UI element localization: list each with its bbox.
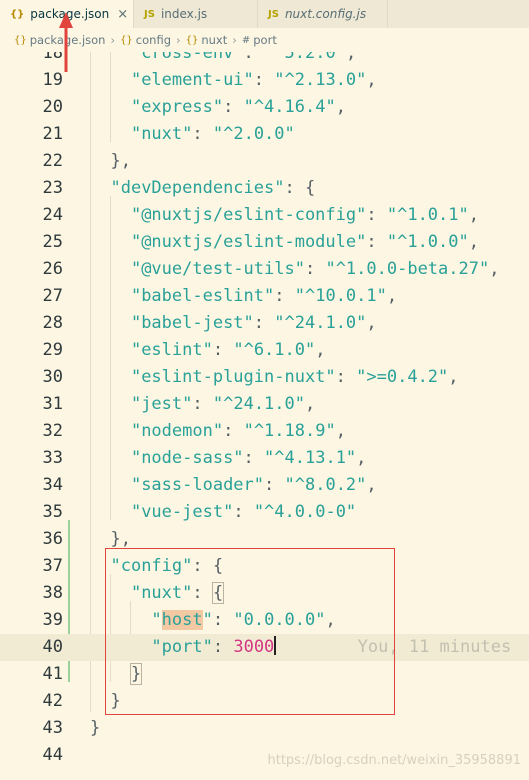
code-line[interactable]: 33 "node-sass": "^4.13.1", xyxy=(0,445,529,472)
line-number: 26 xyxy=(42,259,63,279)
code-text: "vue-jest": "^4.0.0-0" xyxy=(130,502,357,522)
number-icon: # xyxy=(241,34,251,46)
annotation-highlight-box xyxy=(105,548,395,715)
line-number: 29 xyxy=(42,340,63,360)
line-number: 44 xyxy=(42,745,63,765)
object-icon: {} xyxy=(120,34,133,46)
line-number: 33 xyxy=(42,448,63,468)
code-text: "@nuxtjs/eslint-module": "^1.0.0", xyxy=(130,232,479,252)
line-number: 34 xyxy=(42,475,63,495)
tab-label: index.js xyxy=(160,7,208,21)
code-line[interactable]: 28 "babel-jest": "^24.1.0", xyxy=(0,310,529,337)
code-line[interactable]: 20 "express": "^4.16.4", xyxy=(0,94,529,121)
line-number: 43 xyxy=(42,718,63,738)
code-text: "babel-jest": "^24.1.0", xyxy=(130,313,377,333)
code-text: "node-sass": "^4.13.1", xyxy=(130,448,367,468)
line-number: 21 xyxy=(42,124,63,144)
breadcrumb-item-port[interactable]: port xyxy=(253,33,277,47)
code-line[interactable]: 30 "eslint-plugin-nuxt": ">=0.4.2", xyxy=(0,364,529,391)
line-number: 20 xyxy=(42,97,63,117)
line-number: 28 xyxy=(42,313,63,333)
code-text: "nodemon": "^1.18.9", xyxy=(130,421,346,441)
tab-nuxt-config-js[interactable]: JS nuxt.config.js xyxy=(258,0,388,28)
code-text: "babel-eslint": "^10.0.1", xyxy=(130,286,398,306)
chevron-right-icon: › xyxy=(176,33,181,47)
line-number: 25 xyxy=(42,232,63,252)
code-line[interactable]: 43} xyxy=(0,715,529,742)
code-text: "jest": "^24.1.0", xyxy=(130,394,316,414)
breadcrumb-item-nuxt[interactable]: nuxt xyxy=(201,33,227,47)
code-line[interactable]: 22 }, xyxy=(0,148,529,175)
code-line[interactable]: 23 "devDependencies": { xyxy=(0,175,529,202)
code-line[interactable]: 25 "@nuxtjs/eslint-module": "^1.0.0", xyxy=(0,229,529,256)
code-line[interactable]: 32 "nodemon": "^1.18.9", xyxy=(0,418,529,445)
code-line[interactable]: 34 "sass-loader": "^8.0.2", xyxy=(0,472,529,499)
code-text: "@vue/test-utils": "^1.0.0-beta.27", xyxy=(130,259,500,279)
breadcrumb-item-config[interactable]: config xyxy=(136,33,171,47)
js-file-icon: JS xyxy=(144,8,155,20)
code-line[interactable]: 26 "@vue/test-utils": "^1.0.0-beta.27", xyxy=(0,256,529,283)
tab-label: nuxt.config.js xyxy=(284,7,367,21)
code-line[interactable]: 21 "nuxt": "^2.0.0" xyxy=(0,121,529,148)
line-number: 42 xyxy=(42,691,63,711)
line-number: 41 xyxy=(42,664,63,684)
line-number: 27 xyxy=(42,286,63,306)
js-file-icon: JS xyxy=(268,8,279,20)
watermark-text: https://blog.csdn.net/weixin_35958891 xyxy=(267,753,521,768)
line-number: 39 xyxy=(42,610,63,630)
line-number: 37 xyxy=(42,556,63,576)
line-number: 35 xyxy=(42,502,63,522)
line-number: 23 xyxy=(42,178,63,198)
line-number: 32 xyxy=(42,421,63,441)
code-text: "express": "^4.16.4", xyxy=(130,97,346,117)
line-number: 22 xyxy=(42,151,63,171)
tab-index-js[interactable]: JS index.js xyxy=(134,0,258,28)
code-text: "eslint-plugin-nuxt": ">=0.4.2", xyxy=(130,367,459,387)
code-text: "devDependencies": { xyxy=(110,178,316,198)
code-text: "@nuxtjs/eslint-config": "^1.0.1", xyxy=(130,205,479,225)
code-text: "sass-loader": "^8.0.2", xyxy=(130,475,377,495)
code-text: }, xyxy=(110,151,131,171)
code-line[interactable]: 29 "eslint": "^6.1.0", xyxy=(0,337,529,364)
code-line[interactable]: 24 "@nuxtjs/eslint-config": "^1.0.1", xyxy=(0,202,529,229)
object-icon: {} xyxy=(185,34,199,46)
code-text: "eslint": "^6.1.0", xyxy=(130,340,326,360)
line-number: 38 xyxy=(42,583,63,603)
chevron-right-icon: › xyxy=(232,33,237,47)
annotation-arrow-icon xyxy=(59,12,73,72)
line-number: 30 xyxy=(42,367,63,387)
code-line[interactable]: 35 "vue-jest": "^4.0.0-0" xyxy=(0,499,529,526)
line-number: 31 xyxy=(42,394,63,414)
line-number: 24 xyxy=(42,205,63,225)
code-line[interactable]: 31 "jest": "^24.1.0", xyxy=(0,391,529,418)
code-text: } xyxy=(90,718,101,738)
code-text: "nuxt": "^2.0.0" xyxy=(130,124,295,144)
code-line[interactable]: 27 "babel-eslint": "^10.0.1", xyxy=(0,283,529,310)
code-text: "element-ui": "^2.13.0", xyxy=(130,70,377,90)
line-number: 40 xyxy=(42,637,63,657)
line-number: 36 xyxy=(42,529,63,549)
